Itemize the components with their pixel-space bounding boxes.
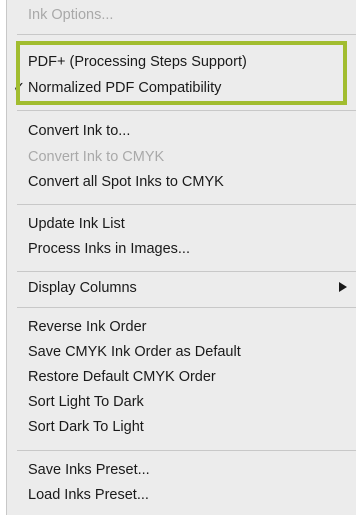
menu-item-normalized-pdf[interactable]: ✓ Normalized PDF Compatibility [13, 78, 221, 98]
menu-item-convert-all-spot[interactable]: Convert all Spot Inks to CMYK [28, 172, 224, 192]
menu-separator [17, 307, 356, 308]
menu-item-load-inks-preset[interactable]: Load Inks Preset... [28, 485, 149, 505]
menu-item-save-cmyk-order[interactable]: Save CMYK Ink Order as Default [28, 342, 241, 362]
menu-item-ink-options: Ink Options... [28, 7, 114, 23]
menu-item-pdf-plus[interactable]: PDF+ (Processing Steps Support) [28, 52, 247, 72]
menu-item-update-ink-list[interactable]: Update Ink List [28, 214, 125, 234]
menu-item-convert-ink-to-cmyk: Convert Ink to CMYK [28, 149, 165, 165]
submenu-arrow-icon [339, 282, 347, 292]
menu-item-process-inks-in-images[interactable]: Process Inks in Images... [28, 239, 190, 259]
menu-separator [17, 110, 356, 111]
menu-item-reverse-ink-order[interactable]: Reverse Ink Order [28, 317, 146, 337]
menu-item-sort-dark-to-light[interactable]: Sort Dark To Light [28, 417, 144, 437]
menu-separator [17, 450, 356, 451]
ink-options-menu: Ink Options... PDF+ (Processing Steps Su… [6, 0, 356, 515]
checkmark-icon: ✓ [13, 80, 26, 96]
menu-item-restore-default-cmyk[interactable]: Restore Default CMYK Order [28, 367, 216, 387]
menu-item-save-inks-preset[interactable]: Save Inks Preset... [28, 460, 150, 480]
menu-item-display-columns[interactable]: Display Columns [28, 278, 137, 298]
menu-item-convert-ink-to[interactable]: Convert Ink to... [28, 121, 130, 141]
menu-item-sort-light-to-dark[interactable]: Sort Light To Dark [28, 392, 144, 412]
menu-separator [17, 34, 356, 35]
menu-item-normalized-pdf-label: Normalized PDF Compatibility [28, 80, 222, 96]
menu-separator [17, 271, 356, 272]
menu-separator [17, 204, 356, 205]
